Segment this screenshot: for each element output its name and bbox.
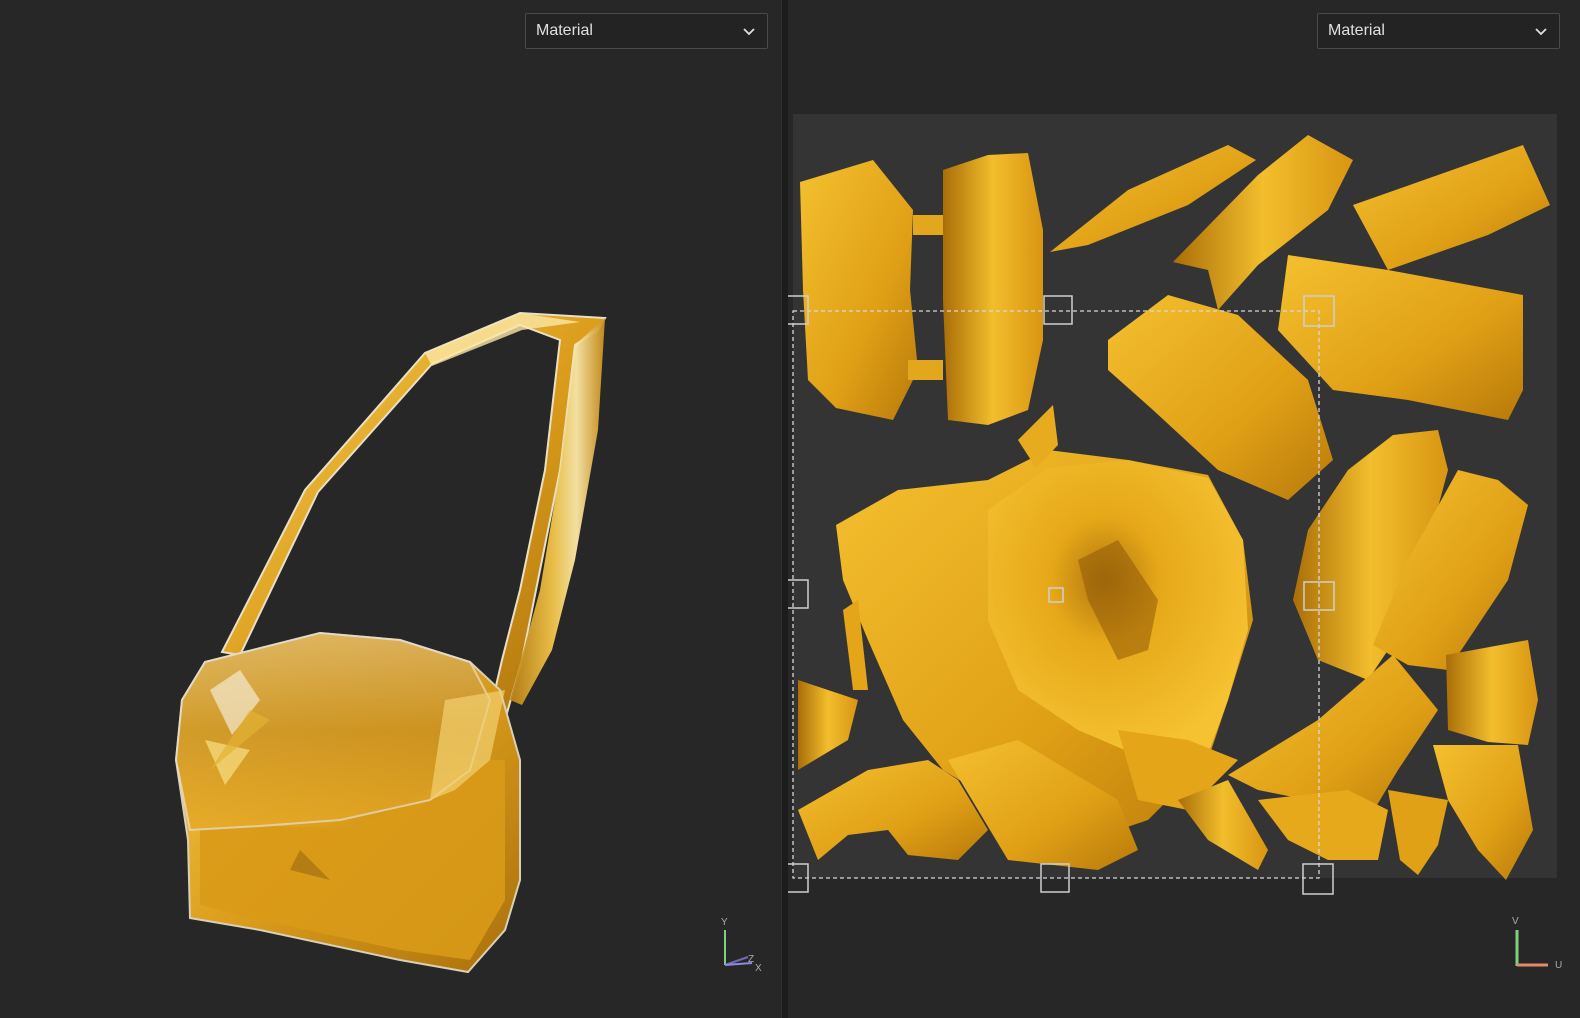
- axis-label-u: U: [1555, 960, 1562, 971]
- shading-mode-dropdown[interactable]: Material: [525, 13, 768, 49]
- uv-canvas[interactable]: V U: [788, 0, 1580, 1018]
- chevron-down-icon: [743, 28, 755, 36]
- axis-label-v: V: [1512, 916, 1519, 927]
- dropdown-label: Material: [1328, 22, 1385, 39]
- xyz-axis-gizmo: Y Z X: [721, 917, 762, 974]
- uv-island: [913, 215, 943, 235]
- axis-label-x: X: [755, 963, 762, 974]
- dropdown-label: Material: [536, 22, 593, 39]
- 3d-model-canvas[interactable]: Y Z X: [0, 0, 781, 1018]
- axis-label-z: Z: [748, 954, 754, 965]
- chevron-down-icon: [1535, 28, 1547, 36]
- uv-axis-gizmo: V U: [1512, 916, 1562, 971]
- 3d-viewport[interactable]: Y Z X Material: [0, 0, 781, 1018]
- uv-island: [908, 360, 943, 380]
- uv-island: [800, 160, 918, 420]
- shading-mode-dropdown[interactable]: Material: [1317, 13, 1560, 49]
- pane-splitter[interactable]: [781, 0, 788, 1018]
- uv-viewport[interactable]: V U Material: [788, 0, 1580, 1018]
- bag-body: [174, 631, 521, 974]
- axis-label-y: Y: [721, 917, 728, 928]
- uv-island: [943, 153, 1043, 425]
- uv-island: [1446, 640, 1538, 745]
